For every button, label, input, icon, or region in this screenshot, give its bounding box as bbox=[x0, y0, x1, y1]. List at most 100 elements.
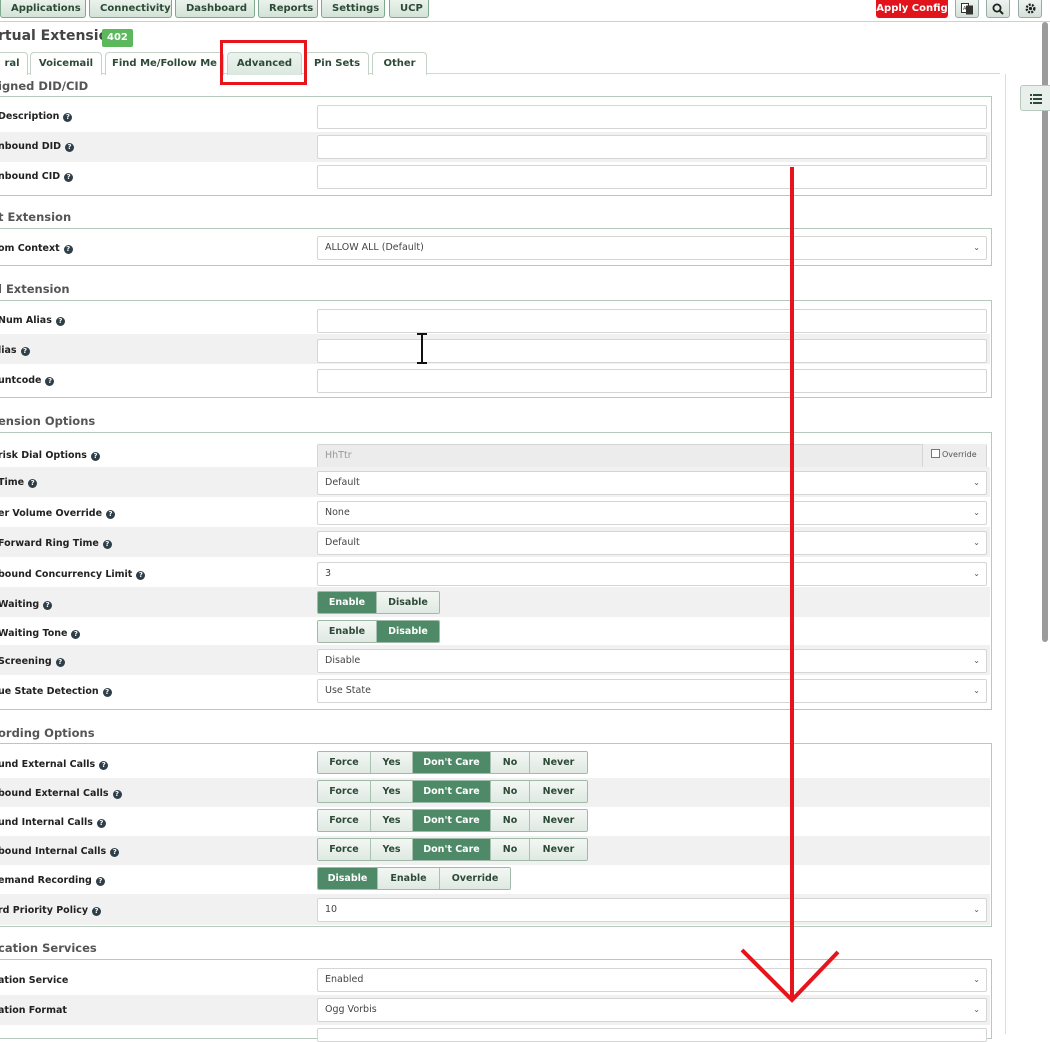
yes-option[interactable]: Yes bbox=[371, 839, 413, 860]
select-value: Default bbox=[325, 477, 360, 488]
on-demand-recording-toggle[interactable]: Disable Enable Override bbox=[317, 867, 511, 890]
never-option[interactable]: Never bbox=[530, 810, 587, 831]
dont-care-option[interactable]: Don't Care bbox=[413, 810, 491, 831]
chevron-down-icon: ⌄ bbox=[973, 243, 980, 252]
override-option[interactable]: Override bbox=[440, 868, 510, 889]
dont-care-option[interactable]: Don't Care bbox=[413, 839, 491, 860]
pager-volume-select[interactable]: None ⌄ bbox=[317, 501, 987, 525]
checkbox-box[interactable] bbox=[931, 449, 940, 458]
next-field-input[interactable] bbox=[317, 1028, 987, 1042]
tab-general[interactable]: ral bbox=[0, 52, 28, 75]
enable-option[interactable]: Enable bbox=[378, 868, 440, 889]
disable-option[interactable]: Disable bbox=[377, 592, 439, 613]
help-icon[interactable]: ? bbox=[28, 479, 38, 488]
help-icon[interactable]: ? bbox=[136, 571, 146, 580]
no-option[interactable]: No bbox=[491, 752, 530, 773]
alias-input[interactable] bbox=[317, 339, 987, 363]
transcription-format-select[interactable]: Ogg Vorbis ⌄ bbox=[317, 998, 987, 1022]
no-option[interactable]: No bbox=[491, 839, 530, 860]
enable-option[interactable]: Enable bbox=[318, 621, 377, 642]
tab-pin-sets[interactable]: Pin Sets bbox=[305, 52, 369, 75]
help-icon[interactable]: ? bbox=[45, 377, 55, 386]
tab-other[interactable]: Other bbox=[372, 52, 427, 75]
inbound-did-input[interactable] bbox=[317, 135, 987, 159]
help-icon[interactable]: ? bbox=[106, 510, 116, 519]
no-option[interactable]: No bbox=[491, 810, 530, 831]
nav-applications[interactable]: Applications bbox=[0, 0, 86, 18]
help-icon[interactable]: ? bbox=[90, 452, 100, 461]
never-option[interactable]: Never bbox=[530, 839, 587, 860]
translate-icon[interactable]: A bbox=[955, 0, 979, 18]
help-icon[interactable]: ? bbox=[20, 347, 30, 356]
concurrency-limit-select[interactable]: 3 ⌄ bbox=[317, 562, 987, 586]
help-icon[interactable]: ? bbox=[71, 630, 81, 639]
search-icon[interactable] bbox=[986, 0, 1010, 18]
inbound-cid-input[interactable] bbox=[317, 165, 987, 189]
override-checkbox[interactable]: Override bbox=[922, 444, 986, 468]
help-icon[interactable]: ? bbox=[55, 317, 65, 326]
help-icon[interactable]: ? bbox=[43, 601, 53, 610]
force-option[interactable]: Force bbox=[318, 839, 371, 860]
help-icon[interactable]: ? bbox=[112, 790, 122, 799]
field-label: risk Dial Options bbox=[0, 450, 87, 461]
help-icon[interactable]: ? bbox=[63, 245, 73, 254]
ring-time-select[interactable]: Default ⌄ bbox=[317, 471, 987, 495]
tab-bar: ral Voicemail Find Me/Follow Me Advanced… bbox=[0, 50, 1000, 75]
tab-voicemail[interactable]: Voicemail bbox=[30, 52, 102, 75]
description-input[interactable] bbox=[317, 105, 987, 129]
extension-badge: 402 bbox=[102, 29, 133, 47]
recording-inbound-internal-toggle[interactable]: Force Yes Don't Care No Never bbox=[317, 809, 588, 832]
force-option[interactable]: Force bbox=[318, 752, 371, 773]
call-waiting-tone-toggle[interactable]: Enable Disable bbox=[317, 620, 440, 643]
gear-icon[interactable] bbox=[1018, 0, 1042, 18]
apply-config-button[interactable]: Apply Config bbox=[876, 0, 948, 18]
record-priority-select[interactable]: 10 ⌄ bbox=[317, 898, 987, 922]
yes-option[interactable]: Yes bbox=[371, 810, 413, 831]
never-option[interactable]: Never bbox=[530, 781, 587, 802]
dont-care-option[interactable]: Don't Care bbox=[413, 781, 491, 802]
force-option[interactable]: Force bbox=[318, 810, 371, 831]
call-waiting-toggle[interactable]: Enable Disable bbox=[317, 591, 440, 614]
scrollbar[interactable] bbox=[1042, 22, 1048, 642]
help-icon[interactable]: ? bbox=[102, 688, 112, 697]
recording-inbound-external-toggle[interactable]: Force Yes Don't Care No Never bbox=[317, 751, 588, 774]
accountcode-input[interactable] bbox=[317, 369, 987, 393]
asterisk-dial-options-input[interactable]: HhTtr Override bbox=[317, 444, 987, 468]
yes-option[interactable]: Yes bbox=[371, 781, 413, 802]
help-icon[interactable]: ? bbox=[55, 658, 65, 667]
force-option[interactable]: Force bbox=[318, 781, 371, 802]
nav-ucp[interactable]: UCP bbox=[389, 0, 429, 18]
help-icon[interactable]: ? bbox=[95, 877, 105, 886]
nav-settings[interactable]: Settings bbox=[321, 0, 385, 18]
form-row: ation Format Ogg Vorbis ⌄ bbox=[0, 995, 990, 1025]
no-option[interactable]: No bbox=[491, 781, 530, 802]
help-icon[interactable]: ? bbox=[96, 819, 106, 828]
custom-context-select[interactable]: ALLOW ALL (Default) ⌄ bbox=[317, 236, 987, 260]
never-option[interactable]: Never bbox=[530, 752, 587, 773]
list-icon[interactable] bbox=[1020, 85, 1050, 111]
help-icon[interactable]: ? bbox=[92, 907, 102, 916]
enable-option[interactable]: Enable bbox=[318, 592, 377, 613]
tab-find-me-follow-me[interactable]: Find Me/Follow Me bbox=[105, 52, 224, 75]
nav-connectivity[interactable]: Connectivity bbox=[89, 0, 172, 18]
help-icon[interactable]: ? bbox=[65, 143, 75, 152]
help-icon[interactable]: ? bbox=[63, 113, 73, 122]
call-screening-select[interactable]: Disable ⌄ bbox=[317, 649, 987, 673]
transcription-service-select[interactable]: Enabled ⌄ bbox=[317, 968, 987, 992]
nav-reports[interactable]: Reports bbox=[258, 0, 318, 18]
disable-option[interactable]: Disable bbox=[377, 621, 439, 642]
num-alias-input[interactable] bbox=[317, 309, 987, 333]
dont-care-option[interactable]: Don't Care bbox=[413, 752, 491, 773]
yes-option[interactable]: Yes bbox=[371, 752, 413, 773]
recording-outbound-internal-toggle[interactable]: Force Yes Don't Care No Never bbox=[317, 838, 588, 861]
call-forward-ring-time-select[interactable]: Default ⌄ bbox=[317, 531, 987, 555]
queue-state-detection-select[interactable]: Use State ⌄ bbox=[317, 679, 987, 703]
field-label: nbound DID bbox=[0, 141, 62, 152]
help-icon[interactable]: ? bbox=[110, 848, 120, 857]
disable-option[interactable]: Disable bbox=[318, 868, 378, 889]
help-icon[interactable]: ? bbox=[64, 173, 74, 182]
nav-dashboard[interactable]: Dashboard bbox=[175, 0, 255, 18]
help-icon[interactable]: ? bbox=[102, 540, 112, 549]
help-icon[interactable]: ? bbox=[99, 761, 109, 770]
recording-outbound-external-toggle[interactable]: Force Yes Don't Care No Never bbox=[317, 780, 588, 803]
